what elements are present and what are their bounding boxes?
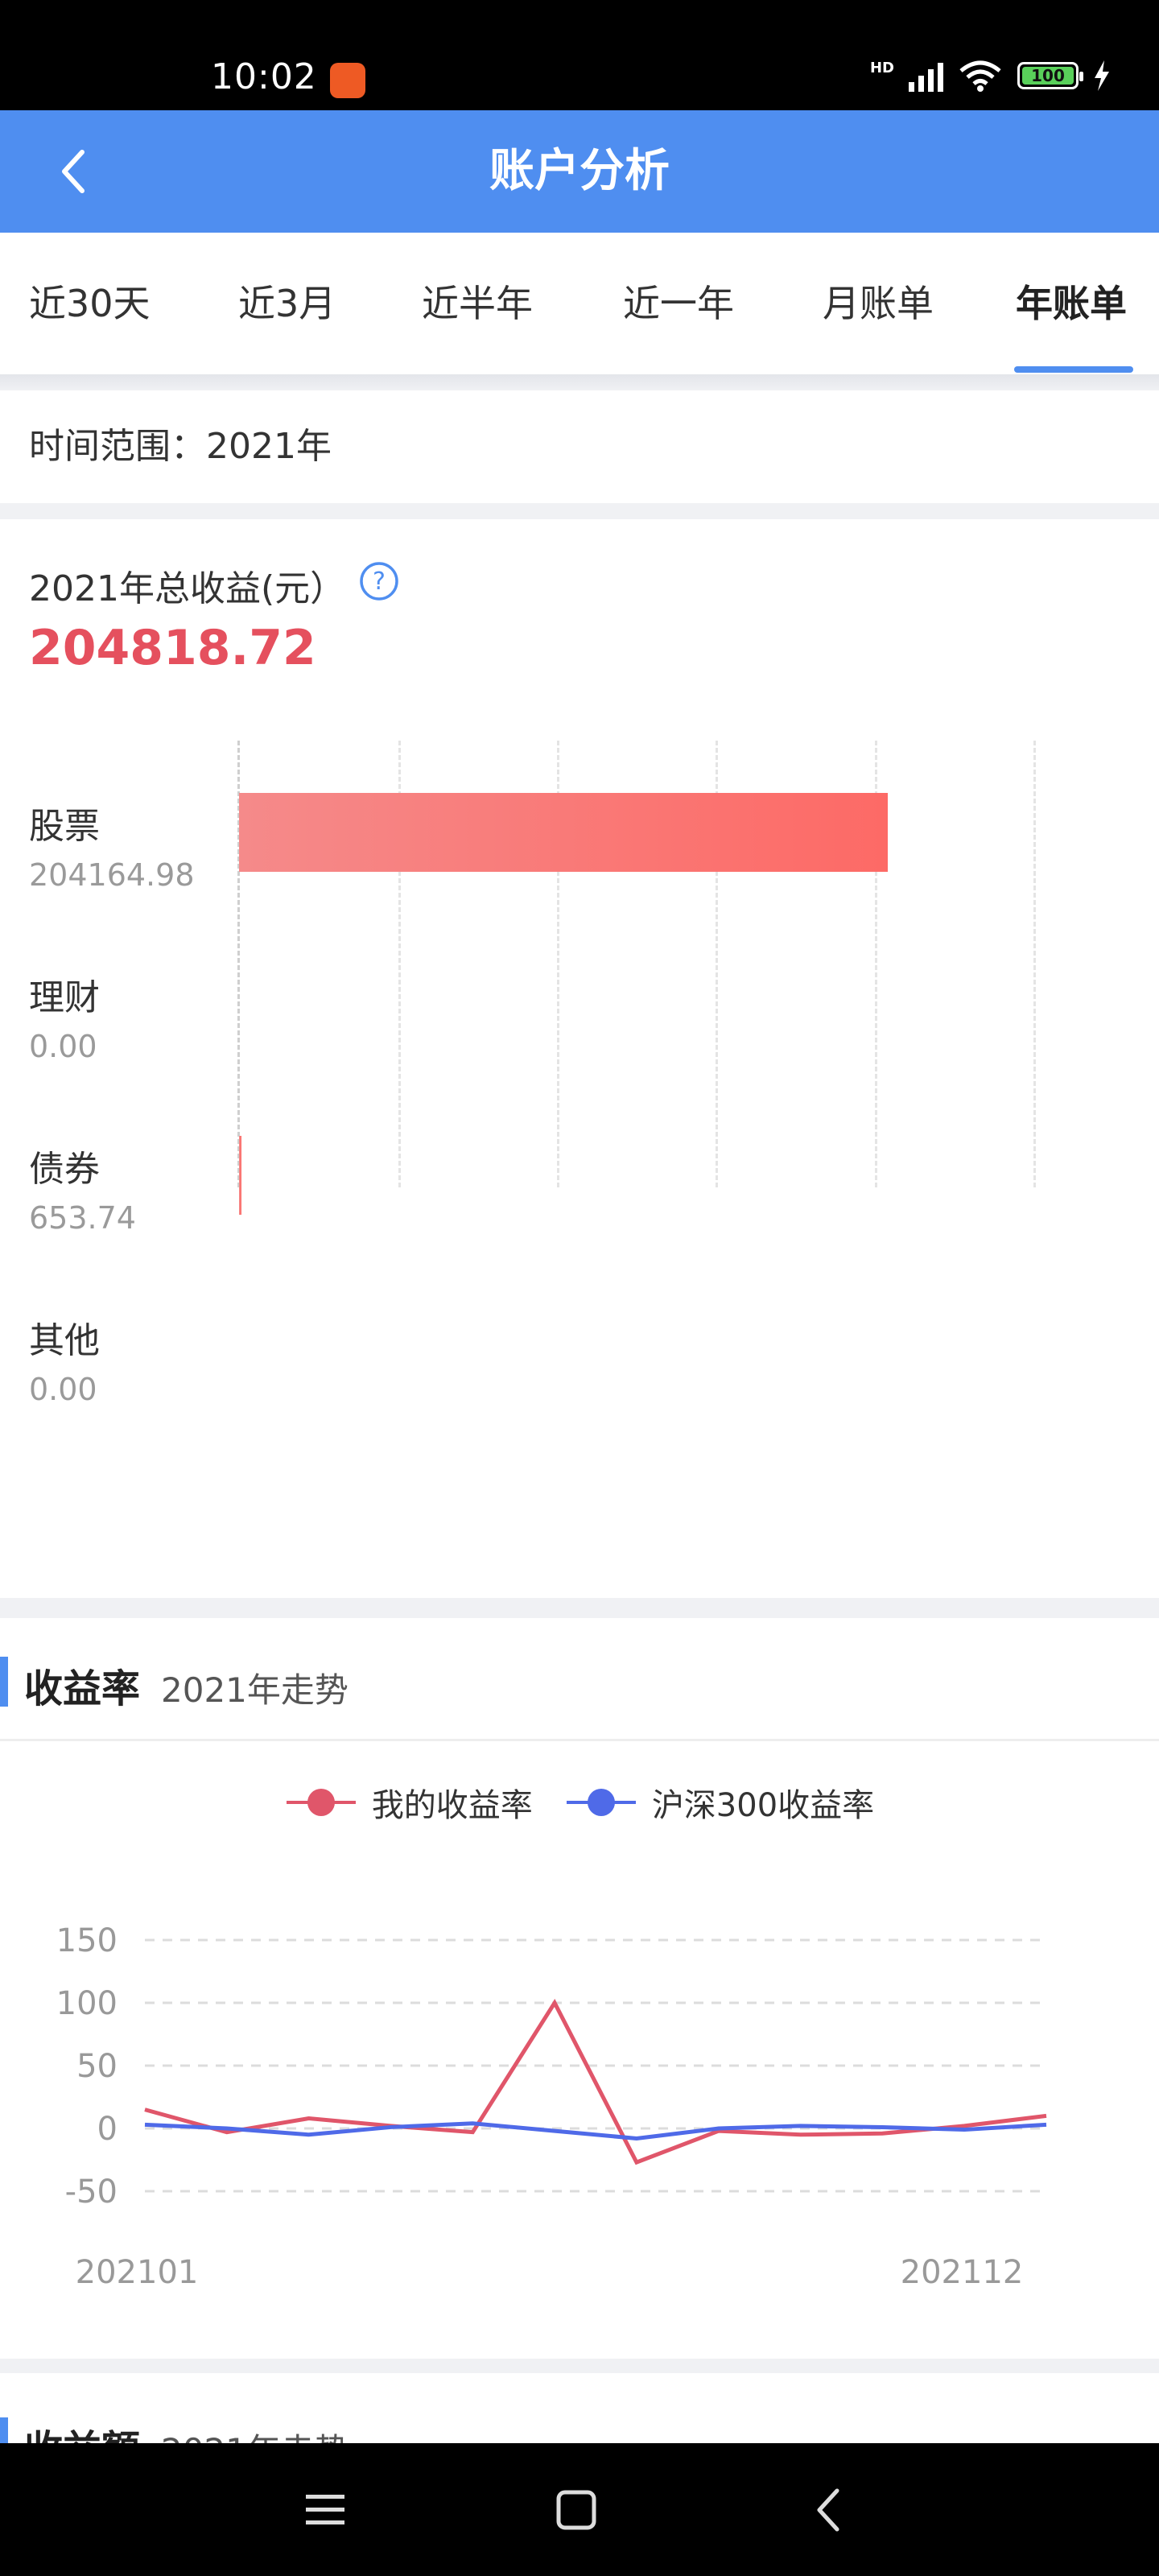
tab-yearly-bill[interactable]: 年账单: [1016, 233, 1127, 374]
bar-bonds: [239, 1136, 241, 1215]
back-nav-button[interactable]: [765, 2443, 893, 2576]
tabs-shadow: [0, 374, 1159, 390]
y-tick-label: -50: [65, 2174, 118, 2211]
y-tick-label: 100: [56, 1985, 118, 2022]
network-label: HD: [869, 60, 894, 76]
income-card: 2021年总收益(元） ? 204818.72 股票 204164.98 理财 …: [0, 519, 1159, 1598]
status-icons: HD 100: [870, 60, 1111, 92]
home-button[interactable]: [512, 2443, 641, 2576]
wifi-icon: [959, 60, 1001, 92]
chevron-left-icon: [62, 150, 85, 193]
tab-3-months[interactable]: 近3月: [238, 233, 336, 374]
tab-one-year[interactable]: 近一年: [623, 233, 734, 374]
category-label: 股票: [29, 806, 100, 847]
active-tab-indicator: [1014, 366, 1133, 373]
category-value: 0.00: [29, 1372, 97, 1407]
income-title: 2021年总收益(元）: [29, 568, 346, 609]
home-icon: [556, 2490, 596, 2529]
battery-level: 100: [1022, 66, 1074, 85]
battery-icon: 100: [1017, 62, 1083, 89]
x-tick-label: 202112: [901, 2254, 1024, 2291]
app-header: 账户分析: [0, 110, 1159, 233]
status-time: 10:02: [211, 56, 317, 97]
series-line-my-yield: [144, 1998, 1047, 2165]
bar-stock: [239, 793, 889, 872]
time-range-card: 时间范围：2021年: [0, 390, 1159, 503]
system-nav-bar: [0, 2443, 1159, 2576]
menu-button[interactable]: [261, 2443, 390, 2576]
menu-icon: [306, 2494, 344, 2524]
page-title: 账户分析: [489, 145, 670, 197]
category-value: 653.74: [29, 1200, 136, 1236]
y-tick-label: 150: [56, 1922, 118, 1959]
back-button[interactable]: [32, 110, 113, 233]
signal-icon: [909, 60, 943, 92]
x-tick-label: 202101: [76, 2254, 199, 2291]
svg-text:?: ?: [373, 568, 386, 596]
category-label: 其他: [29, 1320, 100, 1361]
tab-half-year[interactable]: 近半年: [422, 233, 533, 374]
yield-card: 收益率 2021年走势 我的收益率 沪深300收益率 150 100 50 0 -50 2…: [0, 1618, 1159, 2359]
y-tick-label: 0: [97, 2111, 118, 2148]
chart-grid-line: [1033, 741, 1036, 1187]
category-value: 204164.98: [29, 857, 195, 893]
category-label: 债券: [29, 1149, 100, 1190]
yield-line-chart: 150 100 50 0 -50 202101 202112: [56, 1922, 1047, 2291]
app-notification-icon: [330, 63, 365, 98]
back-icon: [817, 2488, 839, 2531]
help-icon[interactable]: ?: [359, 561, 399, 601]
charging-icon: [1095, 60, 1109, 91]
period-tabs: 近30天 近3月 近半年 近一年 月账单 年账单: [0, 233, 1159, 374]
category-value: 0.00: [29, 1029, 97, 1064]
tab-30-days[interactable]: 近30天: [29, 233, 151, 374]
tab-monthly-bill[interactable]: 月账单: [823, 233, 934, 374]
time-range-text: 时间范围：2021年: [29, 426, 332, 467]
status-bar: 10:02 HD 100: [0, 0, 1159, 110]
y-tick-label: 50: [76, 2048, 118, 2085]
income-total: 204818.72: [29, 620, 316, 676]
category-label: 理财: [29, 977, 100, 1018]
